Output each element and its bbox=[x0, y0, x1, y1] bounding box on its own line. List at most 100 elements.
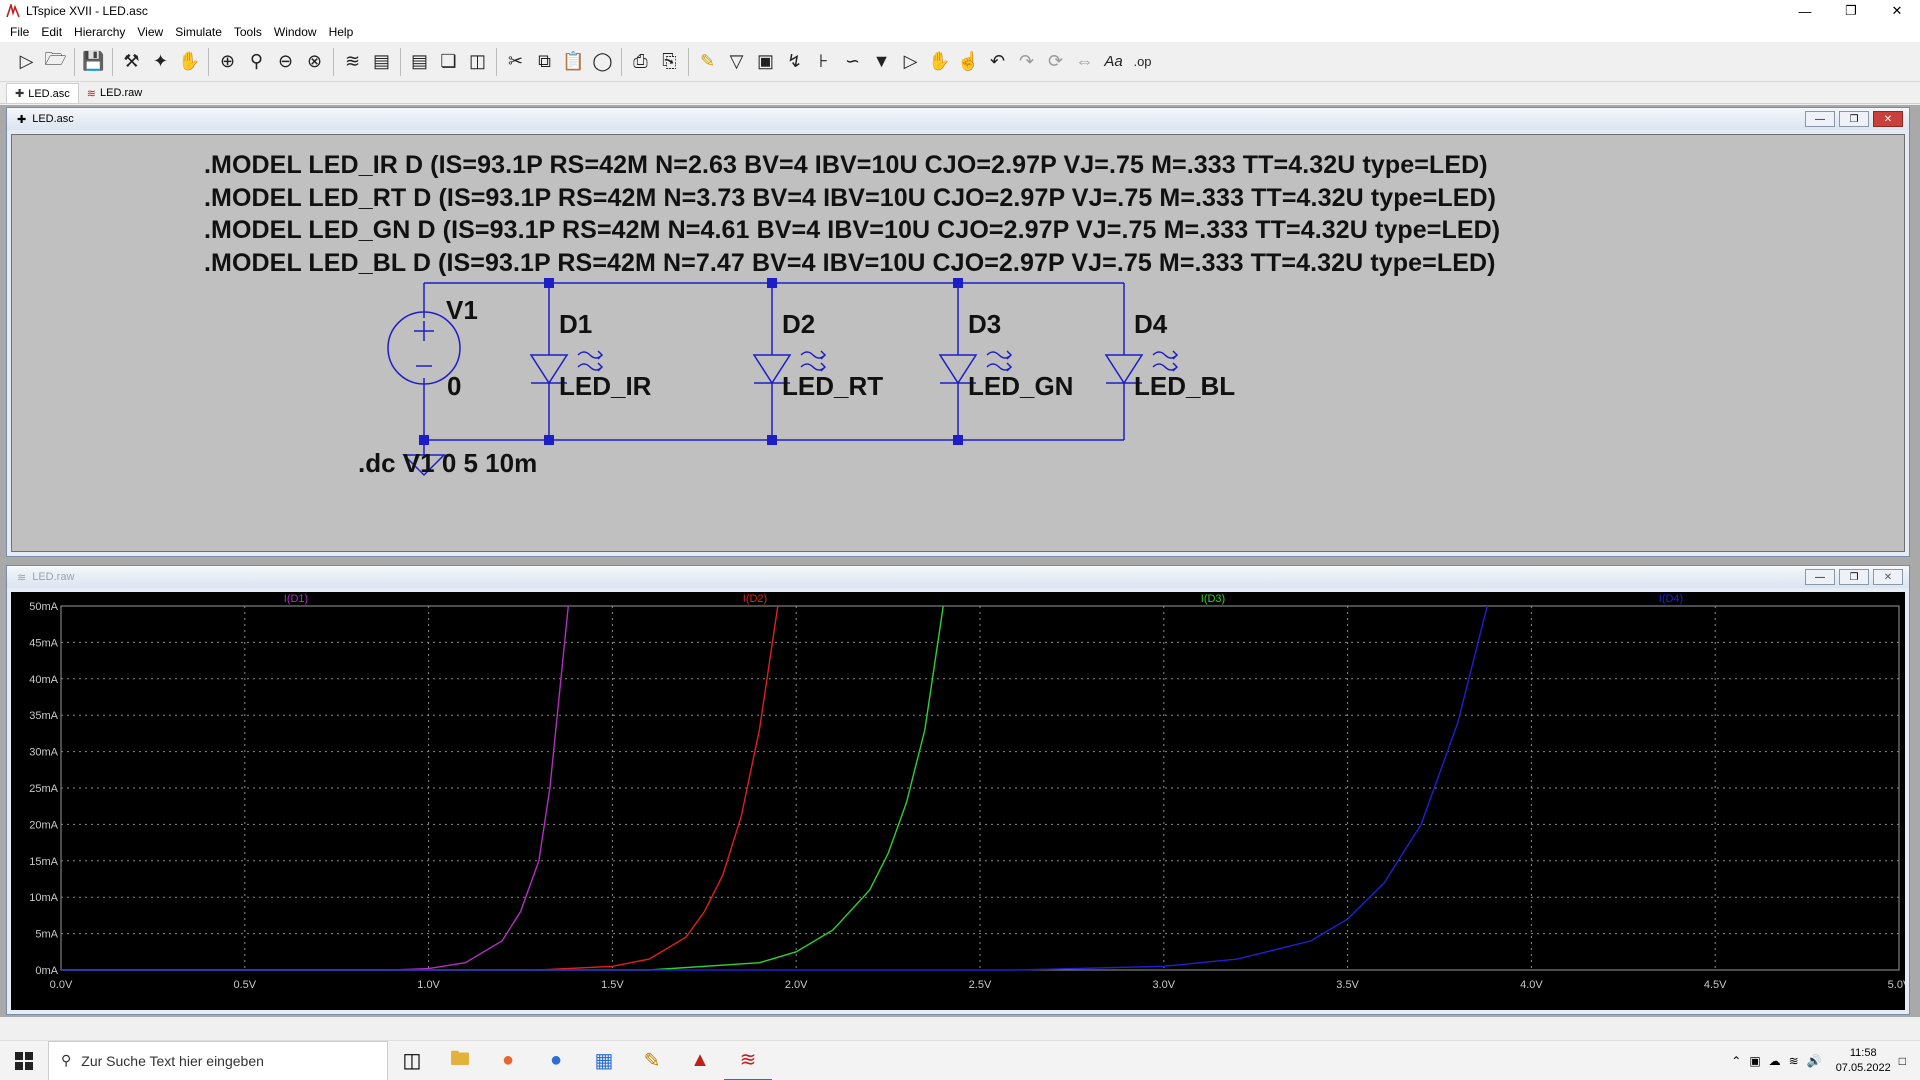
network-icon[interactable]: ≋ bbox=[1789, 1054, 1799, 1068]
zoom-icon[interactable]: ⚲ bbox=[242, 47, 271, 77]
mirror-icon[interactable]: ⇔ bbox=[1070, 47, 1099, 77]
diode-name[interactable]: D4 bbox=[1134, 309, 1167, 340]
task-view-icon[interactable]: ◫ bbox=[388, 1041, 436, 1080]
redo-icon[interactable]: ↷ bbox=[1012, 47, 1041, 77]
resistor-icon[interactable]: ↯ bbox=[780, 47, 809, 77]
ltspice-taskbar-icon[interactable]: ≋ bbox=[724, 1041, 772, 1080]
tab-led-asc[interactable]: ✚ LED.asc bbox=[6, 83, 79, 103]
notification-icon[interactable]: □ bbox=[1899, 1054, 1906, 1068]
save-icon[interactable]: 💾 bbox=[79, 47, 108, 77]
y-tick-label: 0mA bbox=[35, 965, 58, 977]
waveform-window-titlebar[interactable]: ≋ LED.raw bbox=[7, 566, 1909, 588]
schematic-window-titlebar[interactable]: ✚ LED.asc bbox=[7, 108, 1909, 130]
thunderbird-icon[interactable]: ● bbox=[532, 1041, 580, 1080]
plot-pane[interactable]: 0.0V 0.5V 1.0V 1.5V 2.0V 2.5V 3.0V 3.5V 4.0V 4.5V… bbox=[11, 592, 1905, 1010]
open-icon[interactable]: 🗁 bbox=[41, 47, 70, 77]
paste-icon[interactable]: 📋 bbox=[559, 47, 588, 77]
child-close-button[interactable]: ✕ bbox=[1873, 111, 1903, 127]
minimize-button[interactable]: — bbox=[1782, 0, 1828, 22]
hammer-icon[interactable]: ⚒ bbox=[117, 47, 146, 77]
toolbar-separator bbox=[333, 47, 334, 76]
child-minimize-button[interactable]: — bbox=[1805, 569, 1835, 585]
child-minimize-button[interactable]: — bbox=[1805, 111, 1835, 127]
calculator-icon[interactable]: ▦ bbox=[580, 1041, 628, 1080]
ground-icon[interactable]: ▽ bbox=[722, 47, 751, 77]
copy-icon[interactable]: ⧉ bbox=[530, 47, 559, 77]
dc-sweep-directive[interactable]: .dc V1 0 5 10m bbox=[358, 448, 537, 479]
capacitor-icon[interactable]: ⊦ bbox=[809, 47, 838, 77]
menu-help[interactable]: Help bbox=[323, 25, 360, 39]
menu-file[interactable]: File bbox=[4, 25, 35, 39]
move-icon[interactable]: ✋ bbox=[925, 47, 954, 77]
menu-window[interactable]: Window bbox=[268, 25, 323, 39]
tile-horizontal-icon[interactable]: ▤ bbox=[405, 47, 434, 77]
diode-model[interactable]: LED_GN bbox=[968, 371, 1073, 402]
menu-tools[interactable]: Tools bbox=[228, 25, 268, 39]
tab-label: LED.raw bbox=[100, 87, 143, 99]
volume-icon[interactable]: 🔊 bbox=[1807, 1054, 1822, 1068]
waveform-icon: ≋ bbox=[17, 571, 27, 584]
spice-directive-icon[interactable]: .op bbox=[1128, 47, 1157, 77]
zoom-in-icon[interactable]: ⊕ bbox=[213, 47, 242, 77]
diode-name[interactable]: D2 bbox=[782, 309, 815, 340]
child-close-button[interactable]: ✕ bbox=[1873, 569, 1903, 585]
diode-model[interactable]: LED_BL bbox=[1134, 371, 1235, 402]
zoom-out-icon[interactable]: ⊖ bbox=[271, 47, 300, 77]
diode-model[interactable]: LED_IR bbox=[559, 371, 651, 402]
toolbar-separator bbox=[208, 47, 209, 76]
tile-vertical-icon[interactable]: ◫ bbox=[463, 47, 492, 77]
pencil-icon[interactable]: ✎ bbox=[693, 47, 722, 77]
diode-name[interactable]: D1 bbox=[559, 309, 592, 340]
diode-model[interactable]: LED_RT bbox=[782, 371, 883, 402]
tab-led-raw[interactable]: ≋ LED.raw bbox=[79, 83, 150, 103]
menu-simulate[interactable]: Simulate bbox=[169, 25, 228, 39]
tab-label: LED.asc bbox=[28, 87, 70, 100]
autorange-icon[interactable]: ≋ bbox=[338, 47, 367, 77]
rotate-icon[interactable]: ⟳ bbox=[1041, 47, 1070, 77]
undo-icon[interactable]: ↶ bbox=[983, 47, 1012, 77]
pick-icon[interactable]: ✦ bbox=[146, 47, 175, 77]
menu-view[interactable]: View bbox=[131, 25, 169, 39]
acrobat-icon[interactable]: ▲ bbox=[676, 1041, 724, 1080]
close-button[interactable]: ✕ bbox=[1874, 0, 1920, 22]
waveform-plot[interactable]: 0.0V 0.5V 1.0V 1.5V 2.0V 2.5V 3.0V 3.5V 4.0V 4.5V… bbox=[11, 592, 1905, 1010]
file-explorer-icon[interactable]: 🖿 bbox=[436, 1041, 484, 1080]
chevron-up-icon[interactable]: ⌃ bbox=[1731, 1054, 1741, 1068]
cloud-icon[interactable]: ☁ bbox=[1769, 1054, 1781, 1068]
y-tick-label: 30mA bbox=[29, 747, 58, 759]
diode-icon[interactable]: ▼ bbox=[867, 47, 896, 77]
child-restore-button[interactable]: ❐ bbox=[1839, 111, 1869, 127]
taskbar-search[interactable]: ⚲ Zur Suche Text hier eingeben bbox=[48, 1040, 388, 1080]
print-preview-icon[interactable]: ⎘ bbox=[655, 47, 684, 77]
clock[interactable]: 11:58 07.05.2022 bbox=[1836, 1046, 1891, 1076]
find-icon[interactable]: ◯ bbox=[588, 47, 617, 77]
menu-edit[interactable]: Edit bbox=[35, 25, 68, 39]
maximize-button[interactable]: ❐ bbox=[1828, 0, 1874, 22]
pen-app-icon[interactable]: ✎ bbox=[628, 1041, 676, 1080]
pan-icon[interactable]: ✋ bbox=[175, 47, 204, 77]
cascade-icon[interactable]: ❏ bbox=[434, 47, 463, 77]
menu-bar: File Edit Hierarchy View Simulate Tools … bbox=[0, 22, 1920, 42]
component-icon[interactable]: ▷ bbox=[896, 47, 925, 77]
drag-icon[interactable]: ☝ bbox=[954, 47, 983, 77]
menu-hierarchy[interactable]: Hierarchy bbox=[68, 25, 131, 39]
source-value[interactable]: 0 bbox=[447, 371, 461, 402]
run-icon[interactable]: ▷ bbox=[12, 47, 41, 77]
label-icon[interactable]: ▣ bbox=[751, 47, 780, 77]
zoom-cancel-icon[interactable]: ⊗ bbox=[300, 47, 329, 77]
cut-icon[interactable]: ✂ bbox=[501, 47, 530, 77]
plot-pane-icon[interactable]: ▤ bbox=[367, 47, 396, 77]
device-icon[interactable]: ▣ bbox=[1749, 1054, 1760, 1068]
inductor-icon[interactable]: ∽ bbox=[838, 47, 867, 77]
firefox-icon[interactable]: ● bbox=[484, 1041, 532, 1080]
x-tick-label: 2.5V bbox=[969, 979, 992, 991]
schematic-canvas[interactable]: .MODEL LED_IR D (IS=93.1P RS=42M N=2.63 … bbox=[11, 134, 1905, 552]
window-title: LTspice XVII - LED.asc bbox=[26, 4, 148, 18]
source-name[interactable]: V1 bbox=[446, 295, 478, 326]
child-restore-button[interactable]: ❐ bbox=[1839, 569, 1869, 585]
text-icon[interactable]: Aa bbox=[1099, 47, 1128, 77]
print-icon[interactable]: ⎙ bbox=[626, 47, 655, 77]
clock-date: 07.05.2022 bbox=[1835, 1062, 1891, 1074]
diode-name[interactable]: D3 bbox=[968, 309, 1001, 340]
start-button[interactable] bbox=[0, 1041, 48, 1080]
